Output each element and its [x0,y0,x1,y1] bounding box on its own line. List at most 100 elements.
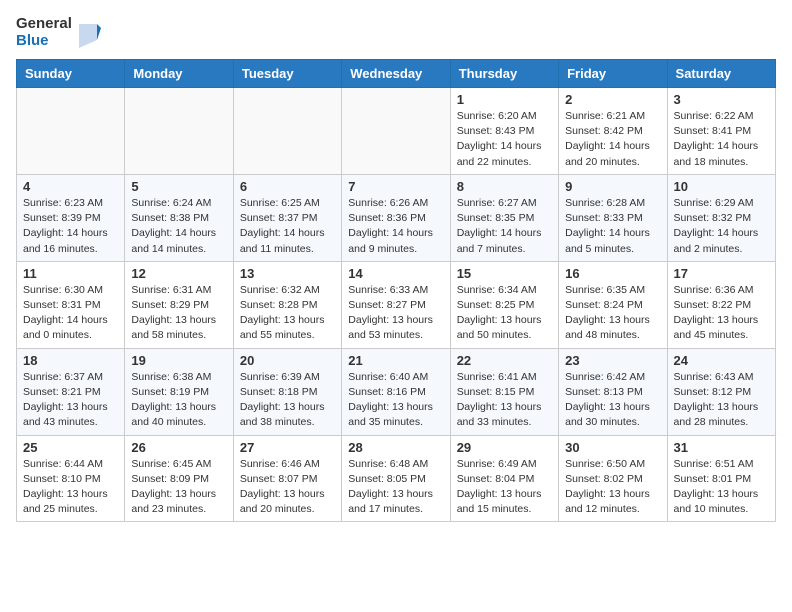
calendar-cell: 27 Sunrise: 6:46 AMSunset: 8:07 PMDayligh… [233,435,341,522]
day-info: Sunrise: 6:50 AMSunset: 8:02 PMDaylight:… [565,457,660,518]
day-number: 13 [240,266,335,281]
day-of-week-header: Thursday [450,60,558,88]
day-info: Sunrise: 6:41 AMSunset: 8:15 PMDaylight:… [457,370,552,431]
day-info: Sunrise: 6:42 AMSunset: 8:13 PMDaylight:… [565,370,660,431]
day-number: 15 [457,266,552,281]
day-of-week-header: Saturday [667,60,775,88]
day-number: 2 [565,92,660,107]
calendar-cell: 5Sunrise: 6:24 AMSunset: 8:38 PMDaylight… [125,174,233,261]
day-of-week-header: Friday [559,60,667,88]
calendar-cell: 25Sunrise: 6:44 AMSunset: 8:10 PMDayligh… [17,435,125,522]
day-of-week-header: Tuesday [233,60,341,88]
day-number: 6 [240,179,335,194]
calendar-cell: 16 Sunrise: 6:35 AMSunset: 8:24 PMDayligh… [559,261,667,348]
day-number: 5 [131,179,226,194]
calendar-cell: 6 Sunrise: 6:25 AMSunset: 8:37 PMDaylight… [233,174,341,261]
calendar-cell: 28 Sunrise: 6:48 AMSunset: 8:05 PMDayligh… [342,435,450,522]
day-of-week-header: Wednesday [342,60,450,88]
calendar-cell: 4 Sunrise: 6:23 AMSunset: 8:39 PMDaylight… [17,174,125,261]
calendar: SundayMondayTuesdayWednesdayThursdayFrid… [16,59,776,522]
day-info: Sunrise: 6:28 AMSunset: 8:33 PMDaylight:… [565,196,660,257]
calendar-cell: 18 Sunrise: 6:37 AMSunset: 8:21 PMDayligh… [17,348,125,435]
logo-blue: Blue [16,33,72,50]
day-info: Sunrise: 6:39 AMSunset: 8:18 PMDaylight:… [240,370,335,431]
day-info: Sunrise: 6:40 AMSunset: 8:16 PMDaylight:… [348,370,443,431]
day-number: 26 [131,440,226,455]
calendar-cell: 30Sunrise: 6:50 AMSunset: 8:02 PMDayligh… [559,435,667,522]
day-number: 28 [348,440,443,455]
day-number: 14 [348,266,443,281]
day-number: 11 [23,266,118,281]
calendar-cell: 31 Sunrise: 6:51 AMSunset: 8:01 PMDayligh… [667,435,775,522]
day-info: Sunrise: 6:32 AMSunset: 8:28 PMDaylight:… [240,283,335,344]
day-info: Sunrise: 6:35 AMSunset: 8:24 PMDaylight:… [565,283,660,344]
logo-wordmark: General Blue [16,16,72,49]
day-info: Sunrise: 6:26 AMSunset: 8:36 PMDaylight:… [348,196,443,257]
day-number: 24 [674,353,769,368]
calendar-cell: 21 Sunrise: 6:40 AMSunset: 8:16 PMDayligh… [342,348,450,435]
calendar-week-row: 18 Sunrise: 6:37 AMSunset: 8:21 PMDayligh… [17,348,776,435]
day-number: 20 [240,353,335,368]
calendar-cell: 10Sunrise: 6:29 AMSunset: 8:32 PMDayligh… [667,174,775,261]
day-info: Sunrise: 6:49 AMSunset: 8:04 PMDaylight:… [457,457,552,518]
day-info: Sunrise: 6:48 AMSunset: 8:05 PMDaylight:… [348,457,443,518]
calendar-cell: 13 Sunrise: 6:32 AMSunset: 8:28 PMDayligh… [233,261,341,348]
day-number: 9 [565,179,660,194]
calendar-cell: 15 Sunrise: 6:34 AMSunset: 8:25 PMDayligh… [450,261,558,348]
calendar-cell [342,88,450,175]
calendar-cell: 12Sunrise: 6:31 AMSunset: 8:29 PMDayligh… [125,261,233,348]
calendar-week-row: 1Sunrise: 6:20 AMSunset: 8:43 PMDaylight… [17,88,776,175]
calendar-cell: 20 Sunrise: 6:39 AMSunset: 8:18 PMDayligh… [233,348,341,435]
calendar-cell: 11Sunrise: 6:30 AMSunset: 8:31 PMDayligh… [17,261,125,348]
day-info: Sunrise: 6:46 AMSunset: 8:07 PMDaylight:… [240,457,335,518]
day-number: 3 [674,92,769,107]
calendar-cell: 9 Sunrise: 6:28 AMSunset: 8:33 PMDaylight… [559,174,667,261]
calendar-cell: 23 Sunrise: 6:42 AMSunset: 8:13 PMDayligh… [559,348,667,435]
calendar-cell: 17 Sunrise: 6:36 AMSunset: 8:22 PMDayligh… [667,261,775,348]
logo: General Blue [16,16,101,49]
calendar-cell: 7Sunrise: 6:26 AMSunset: 8:36 PMDaylight… [342,174,450,261]
day-of-week-header: Sunday [17,60,125,88]
day-info: Sunrise: 6:27 AMSunset: 8:35 PMDaylight:… [457,196,552,257]
day-number: 17 [674,266,769,281]
day-number: 1 [457,92,552,107]
day-number: 18 [23,353,118,368]
calendar-cell: 22 Sunrise: 6:41 AMSunset: 8:15 PMDayligh… [450,348,558,435]
day-number: 25 [23,440,118,455]
logo-triangle-icon [79,20,101,48]
calendar-header-row: SundayMondayTuesdayWednesdayThursdayFrid… [17,60,776,88]
day-info: Sunrise: 6:31 AMSunset: 8:29 PMDaylight:… [131,283,226,344]
day-info: Sunrise: 6:38 AMSunset: 8:19 PMDaylight:… [131,370,226,431]
day-number: 27 [240,440,335,455]
day-number: 19 [131,353,226,368]
day-number: 23 [565,353,660,368]
day-number: 4 [23,179,118,194]
day-number: 16 [565,266,660,281]
calendar-week-row: 4 Sunrise: 6:23 AMSunset: 8:39 PMDaylight… [17,174,776,261]
day-info: Sunrise: 6:33 AMSunset: 8:27 PMDaylight:… [348,283,443,344]
day-info: Sunrise: 6:36 AMSunset: 8:22 PMDaylight:… [674,283,769,344]
day-info: Sunrise: 6:25 AMSunset: 8:37 PMDaylight:… [240,196,335,257]
day-info: Sunrise: 6:22 AMSunset: 8:41 PMDaylight:… [674,109,769,170]
day-info: Sunrise: 6:29 AMSunset: 8:32 PMDaylight:… [674,196,769,257]
calendar-cell: 2 Sunrise: 6:21 AMSunset: 8:42 PMDaylight… [559,88,667,175]
day-info: Sunrise: 6:43 AMSunset: 8:12 PMDaylight:… [674,370,769,431]
day-info: Sunrise: 6:51 AMSunset: 8:01 PMDaylight:… [674,457,769,518]
day-number: 21 [348,353,443,368]
day-number: 22 [457,353,552,368]
day-info: Sunrise: 6:21 AMSunset: 8:42 PMDaylight:… [565,109,660,170]
calendar-cell: 1Sunrise: 6:20 AMSunset: 8:43 PMDaylight… [450,88,558,175]
header: General Blue [16,16,776,49]
day-info: Sunrise: 6:37 AMSunset: 8:21 PMDaylight:… [23,370,118,431]
calendar-cell: 24 Sunrise: 6:43 AMSunset: 8:12 PMDayligh… [667,348,775,435]
logo-general: General [16,16,72,33]
day-info: Sunrise: 6:23 AMSunset: 8:39 PMDaylight:… [23,196,118,257]
calendar-cell [233,88,341,175]
day-info: Sunrise: 6:34 AMSunset: 8:25 PMDaylight:… [457,283,552,344]
calendar-week-row: 25Sunrise: 6:44 AMSunset: 8:10 PMDayligh… [17,435,776,522]
calendar-cell: 29Sunrise: 6:49 AMSunset: 8:04 PMDayligh… [450,435,558,522]
calendar-cell [17,88,125,175]
day-number: 31 [674,440,769,455]
day-number: 8 [457,179,552,194]
calendar-cell: 26Sunrise: 6:45 AMSunset: 8:09 PMDayligh… [125,435,233,522]
